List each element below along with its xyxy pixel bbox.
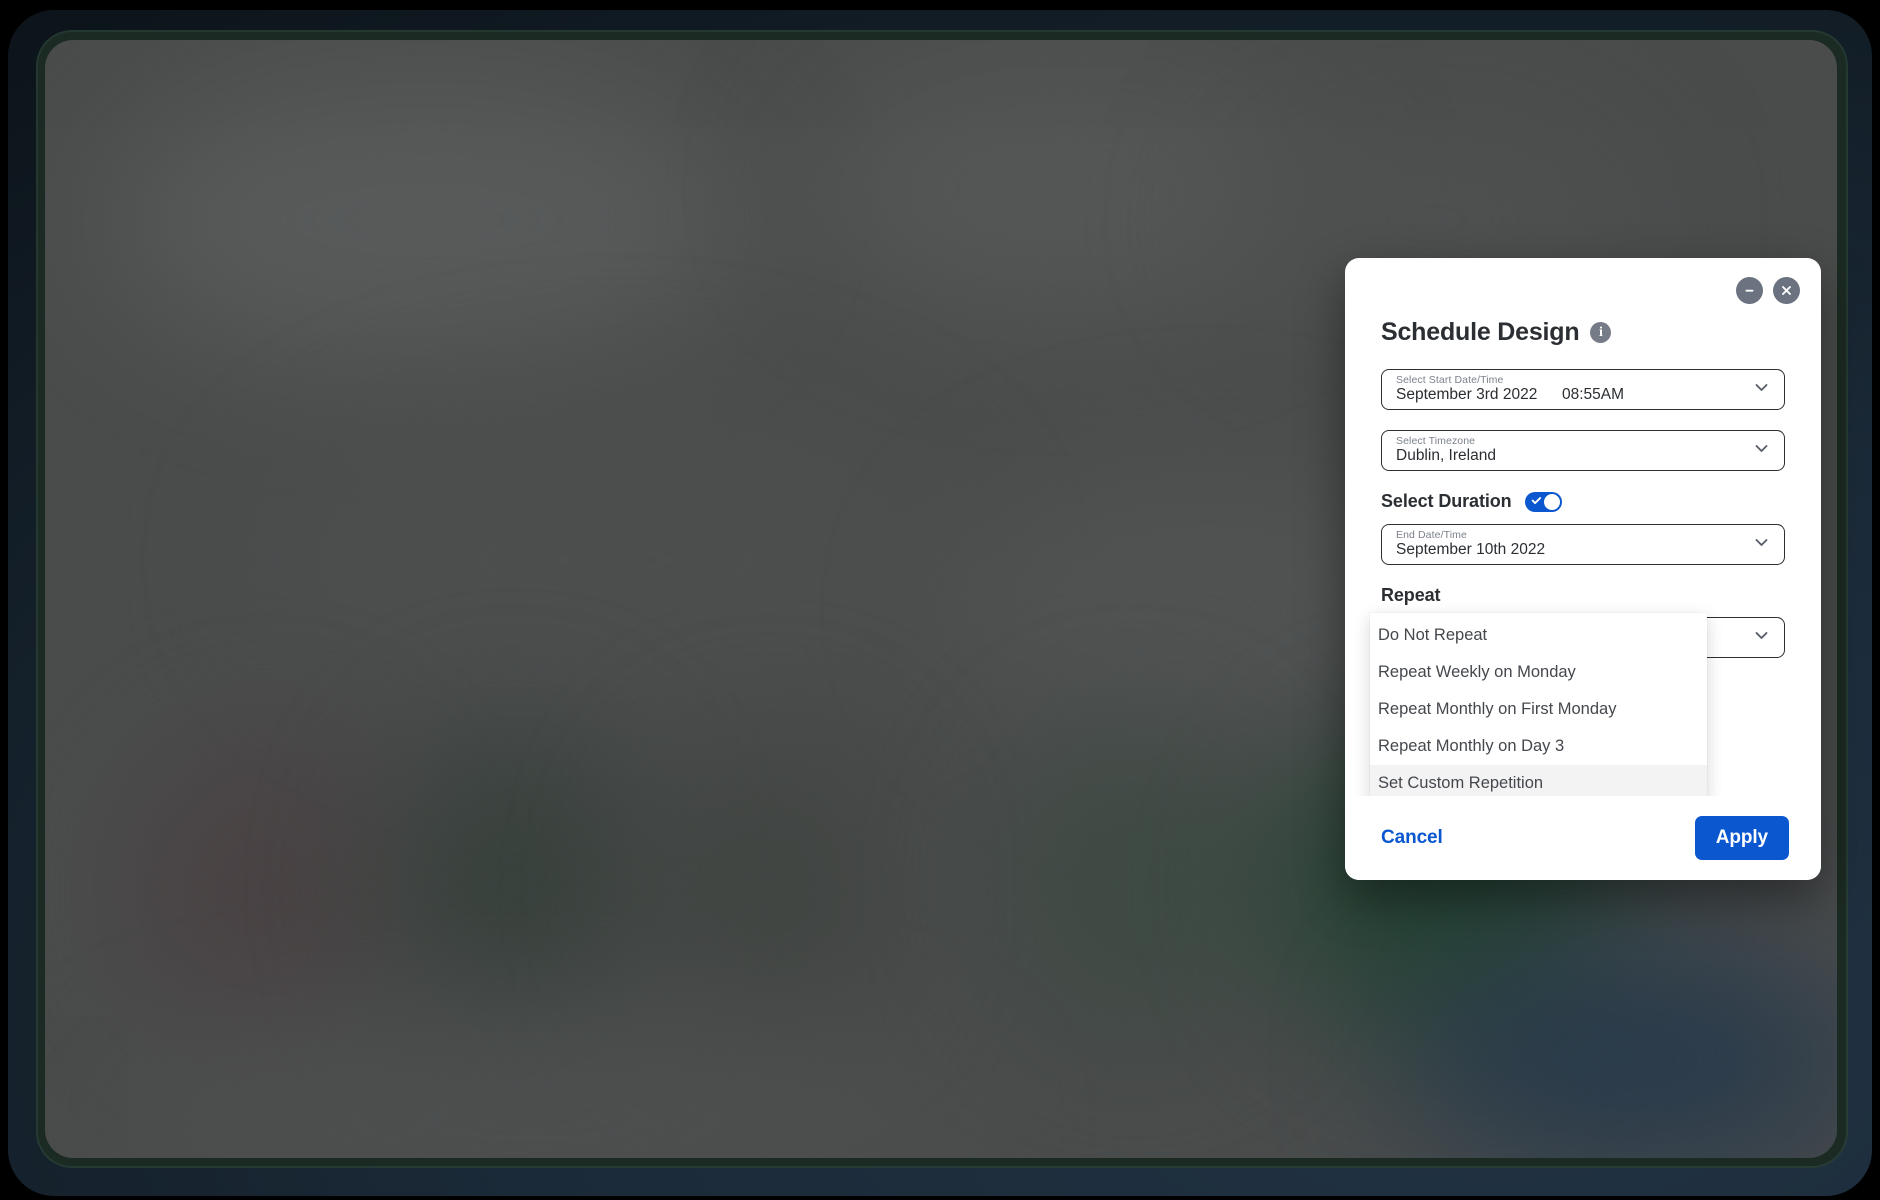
select-duration-label: Select Duration xyxy=(1381,491,1512,511)
select-duration-row: Select Duration xyxy=(1381,491,1785,512)
background-blur-shape xyxy=(85,1020,985,1158)
select-duration-toggle[interactable] xyxy=(1524,491,1562,512)
chevron-down-icon xyxy=(1753,627,1770,649)
repeat-option[interactable]: Repeat Monthly on Day 3 xyxy=(1370,728,1707,765)
page-title: Schedule Design xyxy=(1381,318,1580,346)
repeat-label: Repeat xyxy=(1381,585,1441,605)
timezone-value: Dublin, Ireland xyxy=(1396,447,1496,464)
start-datetime-select[interactable]: Select Start Date/Time September 3rd 202… xyxy=(1381,369,1785,410)
timezone-label: Select Timezone xyxy=(1396,435,1476,447)
toggle-knob xyxy=(1543,493,1560,510)
info-icon[interactable]: i xyxy=(1590,322,1612,343)
cancel-button[interactable]: Cancel xyxy=(1377,819,1447,857)
background-blur-shape xyxy=(265,390,965,730)
check-icon xyxy=(1531,493,1542,511)
start-time-value: 08:55AM xyxy=(1562,386,1625,403)
chevron-down-icon xyxy=(1753,379,1770,401)
repeat-dropdown-list: Do Not Repeat Repeat Weekly on Monday Repe… xyxy=(1370,613,1707,802)
end-date-value: September 10th 2022 xyxy=(1396,541,1546,558)
dialog-footer: Cancel Apply xyxy=(1345,796,1821,880)
repeat-option[interactable]: Repeat Weekly on Monday xyxy=(1370,654,1707,691)
background-blur-shape xyxy=(645,740,895,1040)
repeat-option[interactable]: Do Not Repeat xyxy=(1370,617,1707,654)
chevron-down-icon xyxy=(1753,440,1770,462)
chevron-down-icon xyxy=(1753,534,1770,556)
end-datetime-label: End Date/Time xyxy=(1396,529,1467,541)
background-blur-shape xyxy=(135,740,395,1040)
dialog-header: Schedule Design i xyxy=(1381,318,1785,347)
background-blur-shape xyxy=(390,730,640,1040)
end-datetime-select[interactable]: End Date/Time September 10th 2022 xyxy=(1381,524,1785,565)
schedule-design-dialog: Schedule Design i Select Start Date/Time… xyxy=(1345,258,1821,880)
start-datetime-label: Select Start Date/Time xyxy=(1396,374,1504,386)
screen: Schedule Design i Select Start Date/Time… xyxy=(0,0,1880,1200)
background-blur-shape xyxy=(1005,730,1265,1040)
start-date-value: September 3rd 2022 xyxy=(1396,386,1538,403)
repeat-option[interactable]: Repeat Monthly on First Monday xyxy=(1370,691,1707,728)
timezone-select[interactable]: Select Timezone Dublin, Ireland xyxy=(1381,430,1785,471)
background-blur-shape xyxy=(105,70,745,370)
apply-button[interactable]: Apply xyxy=(1694,816,1789,860)
